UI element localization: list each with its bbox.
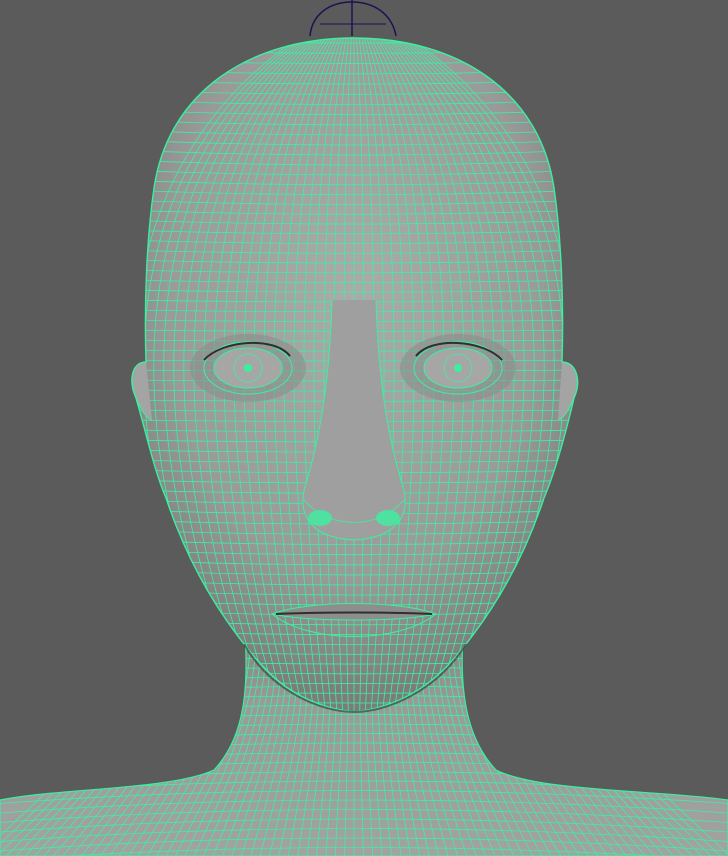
- transform-manipulator-icon[interactable]: [309, 0, 397, 37]
- viewport-canvas[interactable]: [0, 0, 728, 856]
- maya-3d-viewport[interactable]: [0, 0, 728, 856]
- head-mesh[interactable]: [120, 30, 590, 732]
- right-eye-socket: [400, 334, 516, 402]
- left-eye-socket: [190, 334, 306, 402]
